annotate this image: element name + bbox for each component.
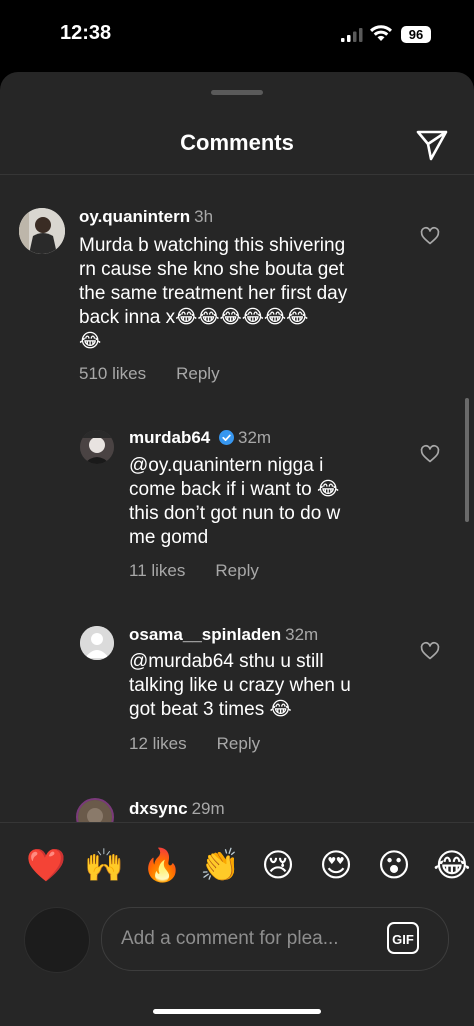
emoji-button-raised-hands[interactable]: 🙌 (82, 845, 126, 885)
current-user-avatar (24, 907, 90, 973)
avatar-photo (80, 430, 114, 464)
avatar[interactable] (80, 626, 114, 660)
comment-header: murdab64 32m (129, 428, 271, 448)
status-time: 12:38 (60, 22, 112, 44)
heart-icon[interactable] (420, 641, 440, 661)
emoji-button-cry[interactable]: 😢 (256, 845, 300, 885)
comment-username[interactable]: osama__spinladen (129, 625, 281, 644)
comment-text: @murdab64 sthu u still talking like u cr… (129, 651, 351, 720)
comment-item: murdab64 32m @oy.quanintern nigga i come… (0, 422, 474, 592)
send-icon[interactable] (414, 126, 450, 162)
sheet-grabber[interactable] (211, 90, 263, 95)
comment-meta: 11 likes Reply (129, 561, 259, 581)
comment-time: 32m (285, 625, 319, 644)
gif-button[interactable]: GIF (387, 922, 419, 954)
emoji-quick-reactions: ❤️ 🙌 🔥 👏 😢 😍 😮 😂 (0, 845, 474, 885)
comment-likes[interactable]: 510 likes (79, 364, 146, 383)
comment-text: @oy.quanintern nigga i come back if i wa… (129, 455, 341, 548)
emoji-button-laughing[interactable]: 😂 (430, 845, 474, 885)
emoji-button-heart-eyes[interactable]: 😍 (314, 845, 358, 885)
wifi-icon (370, 25, 392, 41)
comment-text: Murda b watching this shivering rn cause… (79, 235, 348, 352)
emoji-button-heart[interactable]: ❤️ (24, 845, 68, 885)
comment-time: 3h (194, 207, 214, 226)
comment-likes[interactable]: 12 likes (129, 734, 187, 753)
heart-icon[interactable] (420, 444, 440, 464)
avatar[interactable] (19, 208, 65, 254)
scrollbar[interactable] (465, 398, 469, 522)
sheet-header: Comments (0, 112, 474, 175)
comment-item: osama__spinladen 32m @murdab64 sthu u sti… (0, 620, 474, 760)
emoji-button-clap[interactable]: 👏 (198, 845, 242, 885)
verified-badge-icon (218, 430, 234, 445)
default-avatar-icon (80, 626, 114, 660)
home-indicator (153, 1009, 321, 1014)
heart-icon[interactable] (420, 226, 440, 246)
avatar[interactable] (80, 430, 114, 464)
comment-input-placeholder: Add a comment for plea... (121, 928, 339, 949)
comment-meta: 510 likes Reply (79, 364, 220, 384)
reply-button[interactable]: Reply (215, 561, 258, 580)
reply-button[interactable]: Reply (217, 734, 260, 753)
comment-composer-area: ❤️ 🙌 🔥 👏 😢 😍 😮 😂 Add a comment for plea.… (0, 822, 474, 1026)
comment-header: dxsync 29m (129, 799, 225, 819)
status-bar: 12:38 96 (0, 0, 474, 72)
comment-item: oy.quanintern 3h Murda b watching this sh… (0, 202, 474, 392)
comment-time: 32m (237, 428, 272, 447)
comment-header: osama__spinladen 32m (129, 625, 318, 645)
avatar-photo (19, 208, 65, 254)
comment-username[interactable]: oy.quanintern (79, 207, 190, 226)
comment-likes[interactable]: 11 likes (129, 561, 185, 580)
comment-time: 29m (191, 799, 225, 818)
reply-button[interactable]: Reply (176, 364, 219, 383)
battery-indicator: 96 (401, 26, 431, 43)
sheet-title: Comments (180, 130, 294, 155)
emoji-button-fire[interactable]: 🔥 (140, 845, 184, 885)
comment-input[interactable]: Add a comment for plea... GIF (101, 907, 449, 971)
comments-sheet: Comments oy.quanintern 3h Murda b watchin… (0, 72, 474, 1026)
comment-header: oy.quanintern 3h (79, 207, 213, 227)
comment-username[interactable]: murdab64 (129, 428, 210, 447)
emoji-button-surprised[interactable]: 😮 (372, 845, 416, 885)
cellular-signal-icon (341, 28, 363, 42)
comment-username[interactable]: dxsync (129, 799, 188, 818)
comment-meta: 12 likes Reply (129, 734, 260, 754)
